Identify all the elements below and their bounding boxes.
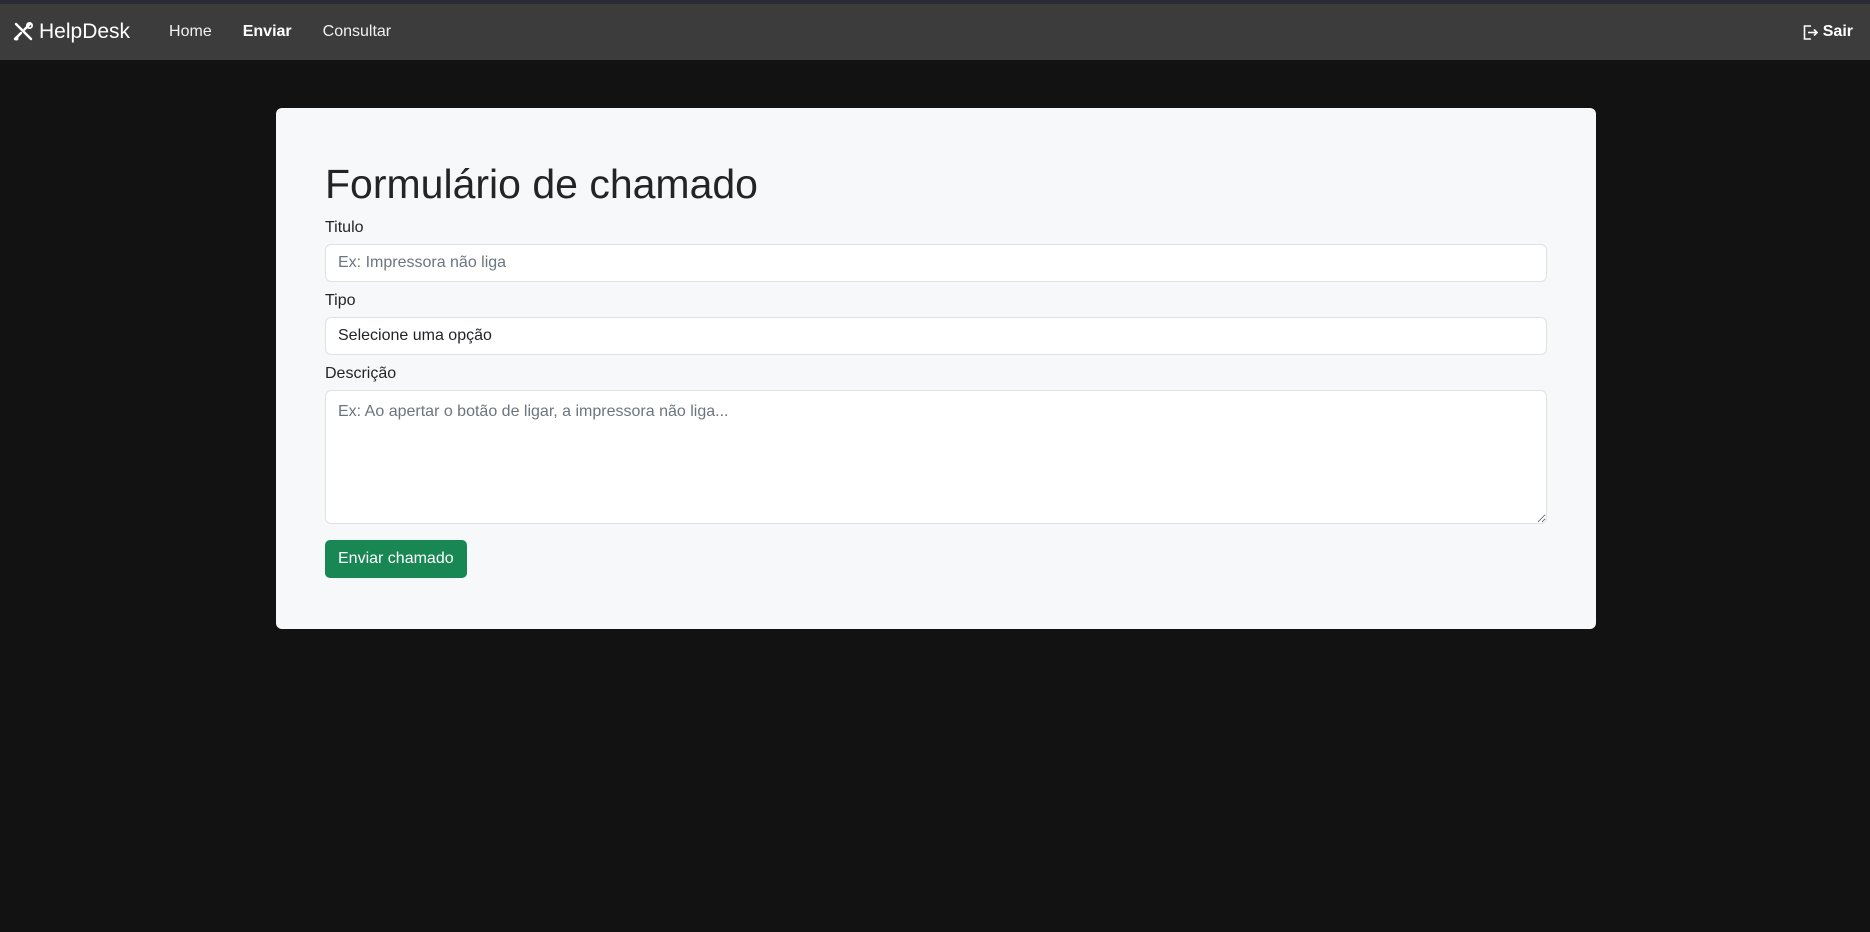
- descricao-label: Descrição: [325, 365, 397, 383]
- brand-name: HelpDesk: [39, 20, 131, 43]
- titulo-label: Titulo: [325, 219, 364, 237]
- nav-link-home[interactable]: Home: [169, 23, 212, 41]
- nav-link-consultar[interactable]: Consultar: [323, 23, 391, 41]
- brand-link[interactable]: HelpDesk: [12, 20, 130, 44]
- navbar: HelpDesk Home Enviar Consultar Sair: [0, 4, 1870, 60]
- tipo-label: Tipo: [325, 292, 356, 310]
- ticket-form-card: Formulário de chamado Titulo Tipo Seleci…: [276, 108, 1596, 629]
- submit-button[interactable]: Enviar chamado: [325, 540, 467, 579]
- titulo-input[interactable]: [325, 244, 1547, 283]
- logout-label: Sair: [1822, 23, 1853, 40]
- tipo-selected-value: Selecione uma opção: [338, 327, 492, 345]
- tools-icon: [12, 21, 34, 43]
- tipo-select[interactable]: Selecione uma opção: [325, 317, 1547, 356]
- descricao-textarea[interactable]: [325, 390, 1547, 525]
- logout-icon: [1802, 24, 1819, 41]
- nav-links: Home Enviar Consultar: [169, 23, 422, 41]
- page-title: Formulário de chamado: [325, 161, 758, 207]
- logout-button[interactable]: Sair: [1802, 23, 1853, 41]
- nav-link-enviar[interactable]: Enviar: [243, 23, 292, 41]
